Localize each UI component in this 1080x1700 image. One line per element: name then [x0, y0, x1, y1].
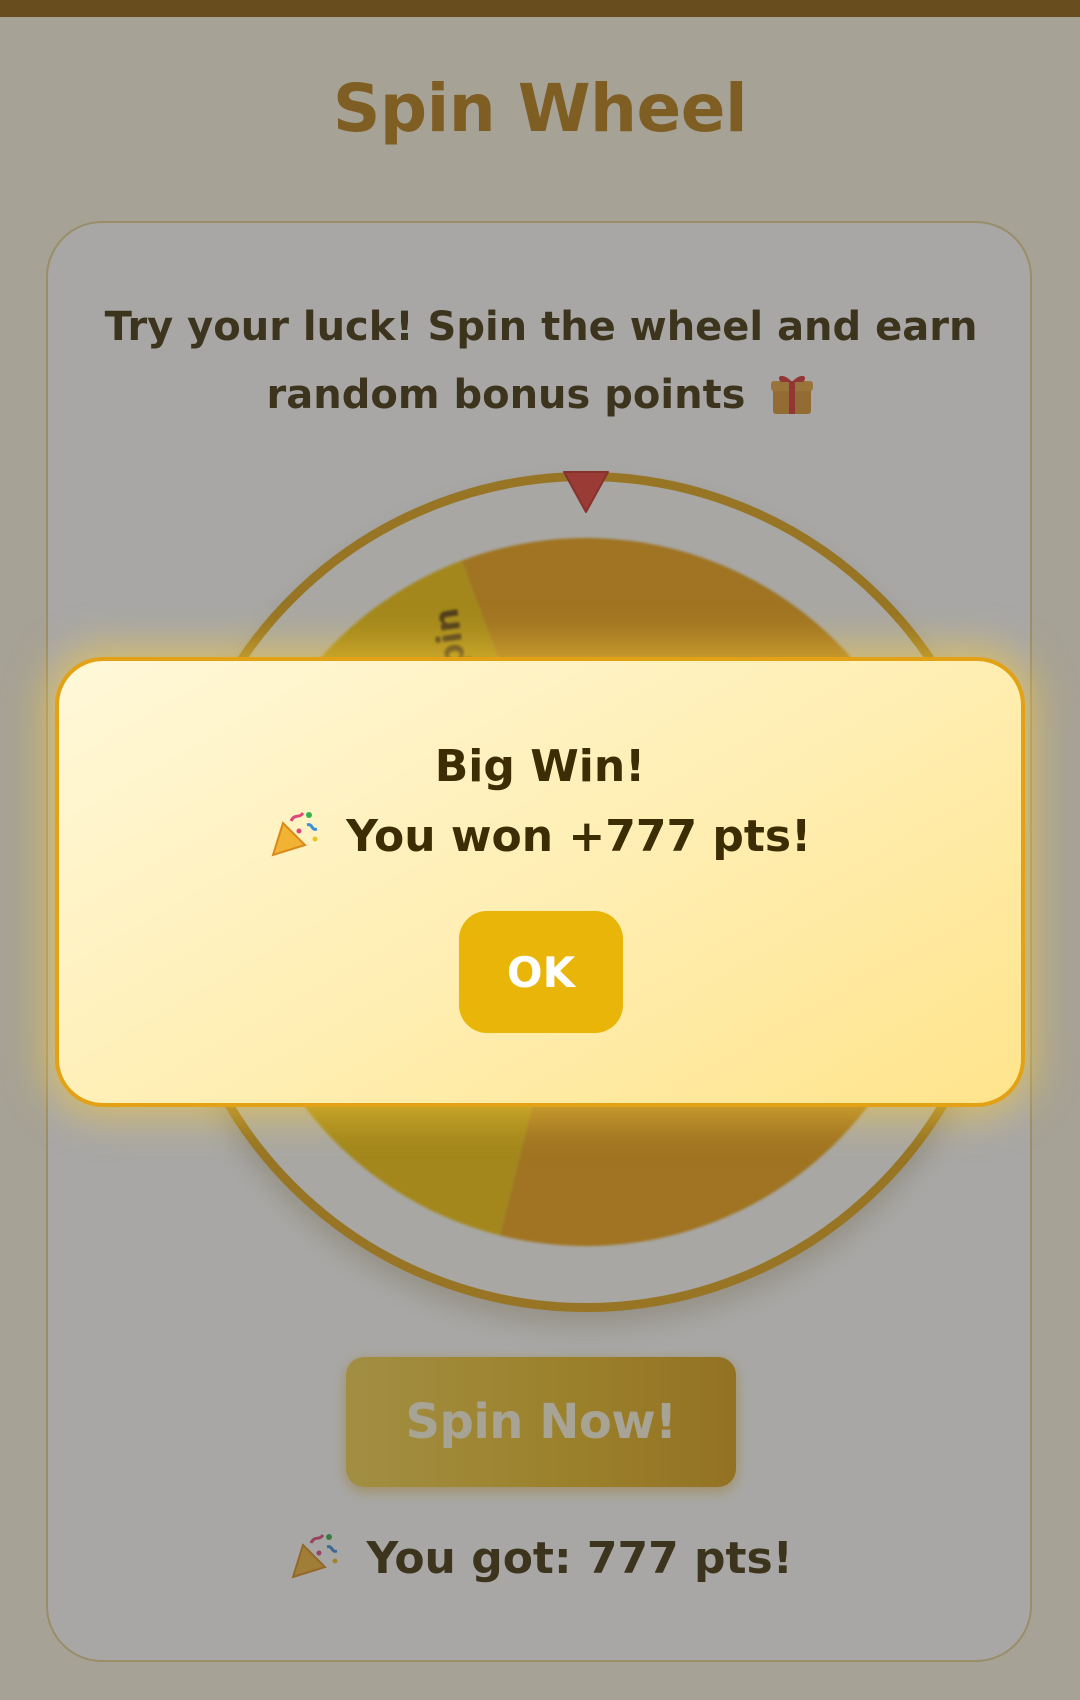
dialog-message-text: You won +777 pts! [346, 811, 812, 862]
party-popper-icon [269, 809, 319, 870]
dialog-title: Big Win! [434, 741, 646, 792]
dialog-message: You won +777 pts! [59, 809, 1021, 870]
win-dialog: Big Win! You won +777 pts! OK [55, 657, 1025, 1107]
ok-button[interactable]: OK [459, 911, 623, 1033]
